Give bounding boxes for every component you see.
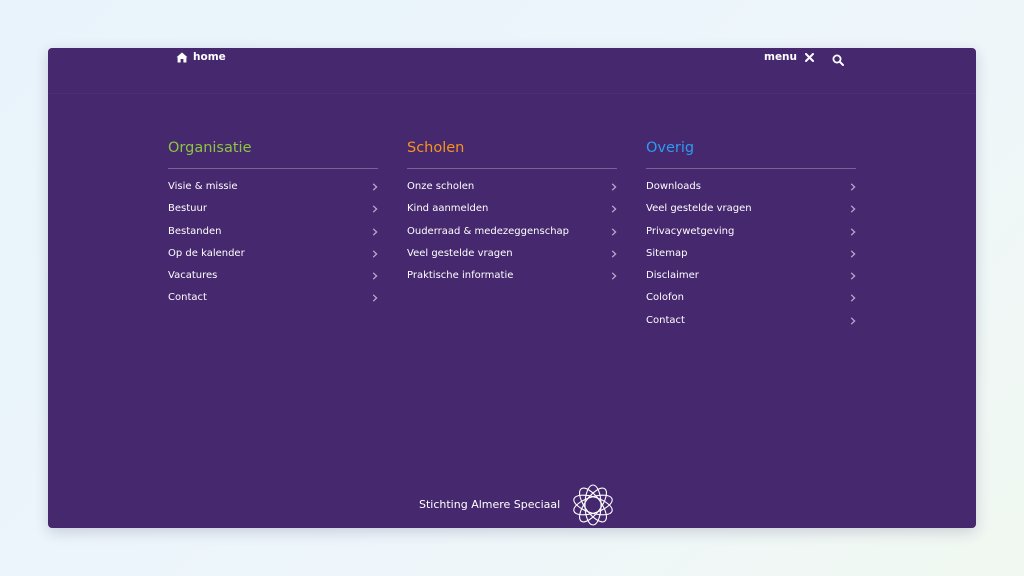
menu-link-onze-scholen[interactable]: Onze scholen bbox=[407, 176, 617, 198]
link-label: Bestanden bbox=[168, 225, 222, 237]
home-label: home bbox=[193, 51, 226, 63]
menu-link-praktische-informatie[interactable]: Praktische informatie bbox=[407, 265, 617, 287]
link-label: Veel gestelde vragen bbox=[407, 247, 513, 259]
footer-brand[interactable]: Stichting Almere Speciaal bbox=[419, 481, 616, 527]
menu-link-contact[interactable]: Contact bbox=[646, 310, 856, 332]
menu-link-bestanden[interactable]: Bestanden bbox=[168, 221, 378, 243]
column-organisatie: Organisatie Visie & missie Bestuur Besta… bbox=[168, 138, 378, 310]
chevron-right-icon bbox=[850, 205, 856, 213]
chevron-right-icon bbox=[372, 205, 378, 213]
chevron-right-icon bbox=[850, 317, 856, 325]
search-button[interactable] bbox=[832, 51, 844, 66]
link-label: Veel gestelde vragen bbox=[646, 203, 752, 215]
link-list: Downloads Veel gestelde vragen Privacywe… bbox=[646, 176, 856, 332]
close-icon bbox=[805, 52, 815, 62]
link-label: Praktische informatie bbox=[407, 270, 514, 282]
chevron-right-icon bbox=[850, 272, 856, 280]
chevron-right-icon bbox=[372, 272, 378, 280]
divider bbox=[646, 168, 856, 169]
divider bbox=[407, 168, 617, 169]
divider bbox=[168, 168, 378, 169]
chevron-right-icon bbox=[611, 272, 617, 280]
chevron-right-icon bbox=[611, 205, 617, 213]
menu-link-kind-aanmelden[interactable]: Kind aanmelden bbox=[407, 198, 617, 220]
column-title: Organisatie bbox=[168, 140, 252, 156]
link-label: Onze scholen bbox=[407, 181, 475, 192]
search-icon bbox=[832, 54, 844, 66]
menu-link-veel-gestelde-vragen[interactable]: Veel gestelde vragen bbox=[407, 243, 617, 265]
chevron-right-icon bbox=[850, 250, 856, 258]
chevron-right-icon bbox=[611, 183, 617, 191]
link-label: Bestuur bbox=[168, 203, 207, 215]
menu-link-vacatures[interactable]: Vacatures bbox=[168, 265, 378, 287]
chevron-right-icon bbox=[611, 227, 617, 236]
org-name: Stichting Almere Speciaal bbox=[419, 497, 561, 511]
chevron-right-icon bbox=[372, 250, 378, 258]
link-label: Privacywetgeving bbox=[646, 225, 735, 237]
chevron-right-icon bbox=[611, 250, 617, 258]
link-label: Op de kalender bbox=[168, 247, 245, 259]
menu-link-visie-missie[interactable]: Visie & missie bbox=[168, 176, 378, 198]
link-list: Onze scholen Kind aanmelden Ouderraad & … bbox=[407, 176, 617, 287]
menu-link-colofon[interactable]: Colofon bbox=[646, 287, 856, 309]
link-label: Vacatures bbox=[168, 270, 218, 282]
chevron-right-icon bbox=[850, 183, 856, 191]
column-title: Overig bbox=[646, 140, 695, 156]
chevron-right-icon bbox=[850, 294, 856, 303]
link-label: Sitemap bbox=[646, 247, 688, 259]
link-label: Visie & missie bbox=[168, 181, 238, 192]
chevron-right-icon bbox=[372, 183, 378, 191]
menu-close-button[interactable]: menu bbox=[764, 51, 815, 63]
link-label: Contact bbox=[168, 292, 207, 304]
link-label: Disclaimer bbox=[646, 270, 699, 282]
column-title: Scholen bbox=[407, 140, 465, 156]
menu-link-veel-gestelde-vragen[interactable]: Veel gestelde vragen bbox=[646, 198, 856, 220]
link-label: Ouderraad & medezeggenschap bbox=[407, 225, 570, 237]
star-orbit-logo-icon bbox=[573, 484, 613, 526]
link-label: Downloads bbox=[646, 181, 701, 192]
top-bar: home menu bbox=[48, 48, 976, 94]
link-list: Visie & missie Bestuur Bestanden Op de k… bbox=[168, 176, 378, 310]
menu-link-disclaimer[interactable]: Disclaimer bbox=[646, 265, 856, 287]
chevron-right-icon bbox=[372, 294, 378, 303]
chevron-right-icon bbox=[850, 227, 856, 236]
menu-label: menu bbox=[764, 51, 798, 63]
chevron-right-icon bbox=[372, 227, 378, 236]
menu-overlay-panel: home menu Organisatie Visie & missie Bes… bbox=[48, 48, 976, 528]
column-scholen: Scholen Onze scholen Kind aanmelden Oude… bbox=[407, 138, 617, 287]
column-overig: Overig Downloads Veel gestelde vragen Pr… bbox=[646, 138, 856, 332]
menu-link-contact[interactable]: Contact bbox=[168, 287, 378, 309]
link-label: Colofon bbox=[646, 292, 684, 304]
link-label: Contact bbox=[646, 314, 685, 326]
menu-link-kalender[interactable]: Op de kalender bbox=[168, 243, 378, 265]
link-label: Kind aanmelden bbox=[407, 203, 489, 215]
home-link[interactable]: home bbox=[176, 51, 226, 63]
menu-link-downloads[interactable]: Downloads bbox=[646, 176, 856, 198]
home-icon bbox=[176, 52, 188, 62]
menu-link-ouderraad[interactable]: Ouderraad & medezeggenschap bbox=[407, 221, 617, 243]
menu-link-privacywetgeving[interactable]: Privacywetgeving bbox=[646, 221, 856, 243]
menu-link-sitemap[interactable]: Sitemap bbox=[646, 243, 856, 265]
menu-link-bestuur[interactable]: Bestuur bbox=[168, 198, 378, 220]
